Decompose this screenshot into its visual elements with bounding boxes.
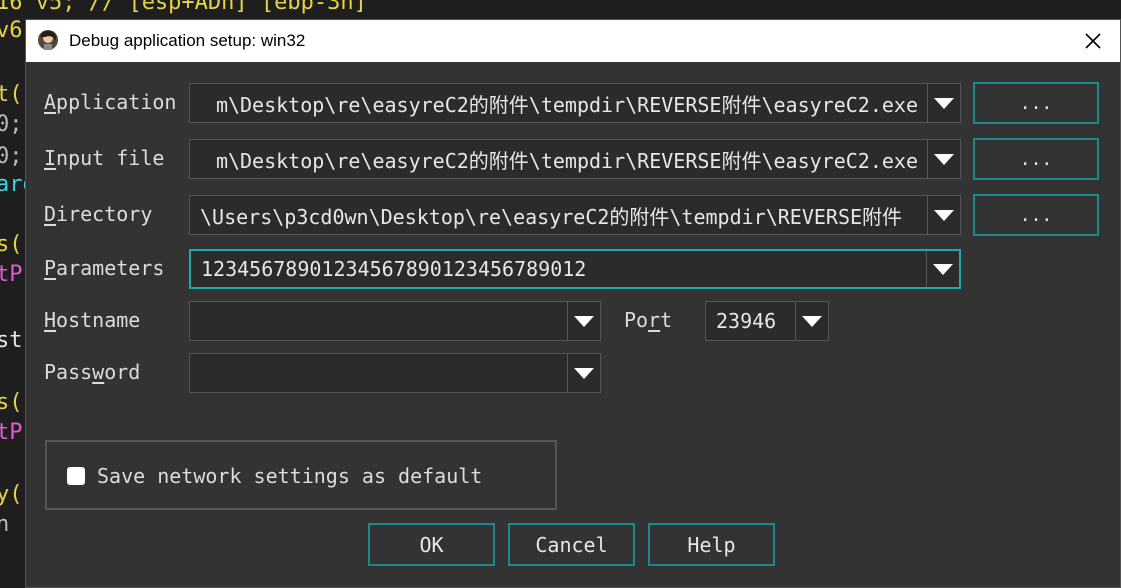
input-file-label: Input file	[44, 146, 165, 170]
cancel-button[interactable]: Cancel	[508, 523, 635, 566]
code-line: v6	[0, 18, 23, 43]
chevron-down-icon	[802, 315, 822, 327]
directory-dropdown-button[interactable]	[927, 196, 960, 234]
chevron-down-icon	[934, 209, 954, 221]
code-line: 0;	[0, 112, 23, 137]
code-line: n	[0, 512, 10, 537]
help-button[interactable]: Help	[648, 523, 775, 566]
port-combo[interactable]: 23946	[705, 301, 829, 341]
password-combo[interactable]	[189, 353, 601, 393]
code-line: s(	[0, 390, 23, 415]
password-value	[200, 354, 558, 392]
code-line: st	[0, 328, 23, 353]
chevron-down-icon	[934, 153, 954, 165]
title-bar: Debug application setup: win32	[26, 20, 1120, 62]
chevron-down-icon	[574, 367, 594, 379]
hostname-combo[interactable]	[189, 301, 601, 341]
ida-app-icon	[37, 29, 59, 51]
directory-label: Directory	[44, 202, 153, 226]
code-line: tP	[0, 420, 23, 445]
debug-setup-dialog: Debug application setup: win32 Applicati…	[25, 19, 1121, 588]
chevron-down-icon	[933, 263, 953, 275]
code-line: 16 v5; // [esp+ADh] [ebp-3h]	[0, 0, 367, 15]
code-line: y(	[0, 482, 23, 507]
chevron-down-icon	[934, 97, 954, 109]
chevron-down-icon	[574, 315, 594, 327]
directory-value: \Users\p3cd0wn\Desktop\re\easyreC2的附件\te…	[200, 204, 903, 229]
hostname-dropdown-button[interactable]	[567, 302, 600, 340]
parameters-label: Parameters	[44, 256, 165, 280]
input-file-browse-button[interactable]: ...	[973, 138, 1099, 180]
application-browse-button[interactable]: ...	[973, 82, 1099, 124]
ok-button[interactable]: OK	[368, 523, 495, 566]
parameters-dropdown-button[interactable]	[926, 251, 959, 287]
application-value: m\Desktop\re\easyreC2的附件\tempdir\REVERSE…	[215, 92, 918, 117]
code-line: tP	[0, 262, 23, 287]
code-line: 0;	[0, 144, 23, 169]
port-label: Port	[624, 308, 673, 332]
input-file-value: m\Desktop\re\easyreC2的附件\tempdir\REVERSE…	[215, 148, 918, 173]
directory-browse-button[interactable]: ...	[973, 194, 1099, 236]
save-default-label[interactable]: Save network settings as default	[97, 464, 482, 488]
hostname-label: Hostname	[44, 308, 141, 332]
save-default-checkbox[interactable]	[67, 467, 85, 485]
port-value: 23946	[716, 309, 777, 333]
password-label: Password	[44, 360, 141, 384]
parameters-combo[interactable]: 12345678901234567890123456789012	[189, 249, 961, 289]
code-line: s(	[0, 232, 23, 257]
network-settings-group: Save network settings as default	[45, 440, 557, 510]
application-combo[interactable]: m\Desktop\re\easyreC2的附件\tempdir\REVERSE…	[189, 83, 961, 123]
port-dropdown-button[interactable]	[795, 302, 828, 340]
dialog-title: Debug application setup: win32	[69, 31, 306, 50]
application-label: Application	[44, 90, 177, 114]
password-dropdown-button[interactable]	[567, 354, 600, 392]
application-dropdown-button[interactable]	[927, 84, 960, 122]
input-file-dropdown-button[interactable]	[927, 140, 960, 178]
code-line: t(	[0, 82, 23, 107]
directory-combo[interactable]: \Users\p3cd0wn\Desktop\re\easyreC2的附件\te…	[189, 195, 961, 235]
parameters-value: 12345678901234567890123456789012	[201, 257, 587, 281]
input-file-combo[interactable]: m\Desktop\re\easyreC2的附件\tempdir\REVERSE…	[189, 139, 961, 179]
close-button[interactable]	[1078, 26, 1108, 56]
hostname-value	[200, 302, 558, 340]
close-icon	[1085, 33, 1101, 49]
